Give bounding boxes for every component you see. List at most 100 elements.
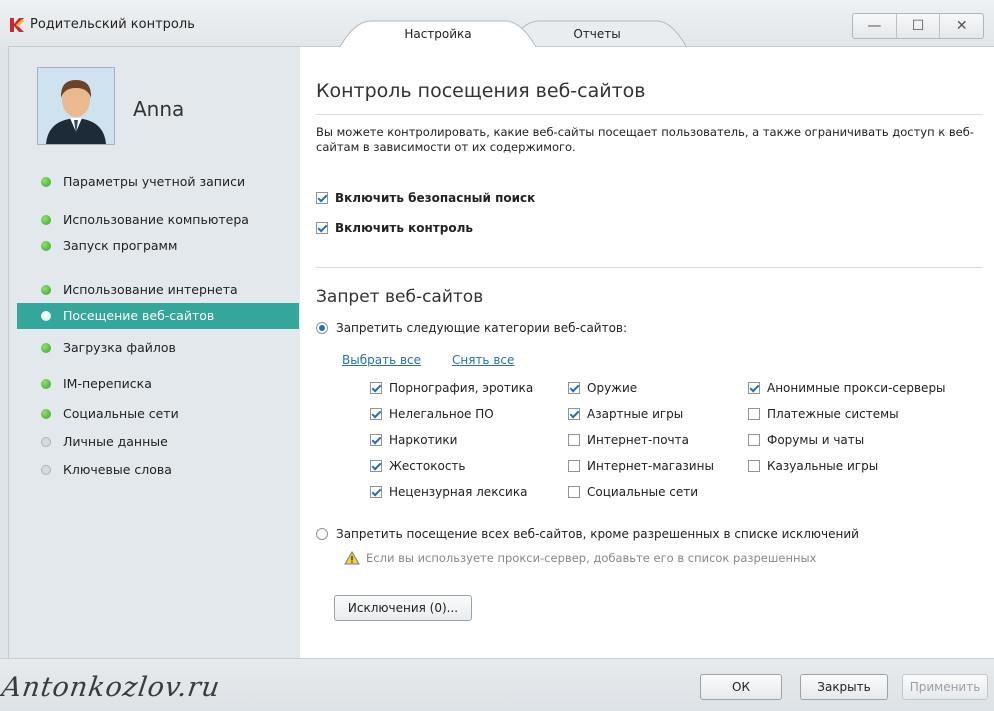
- checkbox-unchecked-icon: [568, 460, 580, 472]
- avatar[interactable]: [37, 67, 115, 145]
- radio-unselected-icon: [316, 528, 328, 540]
- sidebar-item-personal-data[interactable]: Личные данные: [9, 429, 293, 455]
- exceptions-button[interactable]: Исключения (0)...: [334, 595, 472, 621]
- sidebar-item-label: Личные данные: [63, 434, 168, 449]
- category-label: Азартные игры: [587, 407, 684, 421]
- checkbox-checked-icon: [748, 382, 760, 394]
- sidebar-item-website-visits[interactable]: Посещение веб-сайтов: [17, 303, 299, 329]
- page-title: Контроль посещения веб-сайтов: [316, 80, 646, 102]
- clear-all-link[interactable]: Снять все: [452, 353, 514, 367]
- close-dialog-button[interactable]: Закрыть: [800, 674, 888, 700]
- main-panel: Контроль посещения веб-сайтов Вы можете …: [300, 46, 994, 659]
- sidebar-item-keywords[interactable]: Ключевые слова: [9, 457, 293, 483]
- title-bar: Родительский контроль Отчеты Настройка —…: [0, 0, 994, 47]
- category-checkbox[interactable]: Анонимные прокси-серверы: [748, 381, 946, 395]
- category-label: Жестокость: [389, 459, 466, 473]
- tab-settings-label: Настройка: [404, 27, 472, 41]
- sidebar-item-account-settings[interactable]: Параметры учетной записи: [9, 169, 293, 195]
- sidebar-item-label: Социальные сети: [63, 406, 179, 421]
- sidebar: Anna Параметры учетной записи Использова…: [8, 46, 301, 660]
- sidebar-item-computer-usage[interactable]: Использование компьютера: [9, 207, 293, 233]
- divider: [316, 114, 982, 115]
- status-green-icon: [41, 215, 51, 225]
- sidebar-item-label: Ключевые слова: [63, 462, 172, 477]
- select-all-link[interactable]: Выбрать все: [342, 353, 421, 367]
- sidebar-item-label: IM-переписка: [63, 376, 152, 391]
- radio-selected-icon: [316, 322, 328, 334]
- sidebar-item-label: Посещение веб-сайтов: [63, 308, 215, 323]
- minimize-button[interactable]: —: [853, 14, 896, 38]
- checkbox-unchecked-icon: [748, 460, 760, 472]
- category-label: Нелегальное ПО: [389, 407, 494, 421]
- checkbox-unchecked-icon: [568, 434, 580, 446]
- radio-block-all[interactable]: Запретить посещение всех веб-сайтов, кро…: [316, 527, 859, 541]
- category-checkbox[interactable]: Оружие: [568, 381, 637, 395]
- divider: [316, 267, 982, 268]
- category-label: Наркотики: [389, 433, 458, 447]
- status-green-icon: [41, 311, 51, 321]
- enable-control-label: Включить контроль: [335, 221, 473, 235]
- ok-button[interactable]: ОК: [700, 674, 782, 700]
- checkbox-checked-icon: [568, 382, 580, 394]
- category-label: Платежные системы: [767, 407, 899, 421]
- radio-block-categories[interactable]: Запретить следующие категории веб-сайтов…: [316, 321, 627, 335]
- sidebar-item-internet-usage[interactable]: Использование интернета: [9, 277, 293, 303]
- checkbox-checked-icon: [370, 408, 382, 420]
- checkbox-checked-icon: [370, 434, 382, 446]
- close-button[interactable]: ✕: [939, 14, 983, 38]
- category-checkbox[interactable]: Нецензурная лексика: [370, 485, 527, 499]
- category-checkbox[interactable]: Платежные системы: [748, 407, 899, 421]
- category-label: Интернет-почта: [587, 433, 689, 447]
- enable-control-checkbox[interactable]: Включить контроль: [316, 221, 473, 235]
- status-green-icon: [41, 343, 51, 353]
- checkbox-checked-icon: [568, 408, 580, 420]
- section-title-block-sites: Запрет веб-сайтов: [316, 287, 484, 307]
- checkbox-checked-icon: [370, 460, 382, 472]
- radio-block-categories-label: Запретить следующие категории веб-сайтов…: [336, 321, 628, 335]
- category-checkbox[interactable]: Интернет-почта: [568, 433, 689, 447]
- status-green-icon: [41, 379, 51, 389]
- checkbox-checked-icon: [370, 382, 382, 394]
- sidebar-item-label: Параметры учетной записи: [63, 174, 246, 189]
- status-green-icon: [41, 241, 51, 251]
- category-checkbox[interactable]: Жестокость: [370, 459, 466, 473]
- apply-button[interactable]: Применить: [902, 674, 988, 700]
- sidebar-item-program-launch[interactable]: Запуск программ: [9, 233, 293, 259]
- proxy-warning-text: Если вы используете прокси-сервер, добав…: [366, 551, 817, 565]
- category-checkbox[interactable]: Порнография, эротика: [370, 381, 533, 395]
- sidebar-item-file-downloads[interactable]: Загрузка файлов: [9, 335, 293, 361]
- category-label: Интернет-магазины: [587, 459, 714, 473]
- checkbox-unchecked-icon: [568, 486, 580, 498]
- window-controls: — ☐ ✕: [852, 13, 984, 39]
- warning-icon: [344, 551, 360, 565]
- checkbox-unchecked-icon: [748, 408, 760, 420]
- category-label: Казуальные игры: [767, 459, 879, 473]
- checkbox-checked-icon: [370, 486, 382, 498]
- status-green-icon: [41, 177, 51, 187]
- category-label: Оружие: [587, 381, 638, 395]
- user-avatar-icon: [38, 68, 114, 144]
- window-title: Родительский контроль: [30, 17, 195, 32]
- category-checkbox[interactable]: Казуальные игры: [748, 459, 878, 473]
- sidebar-item-label: Использование компьютера: [63, 212, 249, 227]
- proxy-warning: Если вы используете прокси-сервер, добав…: [344, 551, 816, 565]
- category-checkbox[interactable]: Интернет-магазины: [568, 459, 714, 473]
- status-gray-icon: [41, 465, 51, 475]
- checkbox-checked-icon: [316, 192, 328, 204]
- category-checkbox[interactable]: Нелегальное ПО: [370, 407, 494, 421]
- tab-settings[interactable]: Настройка: [340, 20, 536, 47]
- sidebar-item-im[interactable]: IM-переписка: [9, 371, 293, 397]
- checkbox-unchecked-icon: [748, 434, 760, 446]
- maximize-button[interactable]: ☐: [895, 14, 940, 38]
- page-description: Вы можете контролировать, какие веб-сайт…: [316, 125, 974, 154]
- category-checkbox[interactable]: Азартные игры: [568, 407, 683, 421]
- sidebar-item-social-networks[interactable]: Социальные сети: [9, 401, 293, 427]
- category-checkbox[interactable]: Форумы и чаты: [748, 433, 864, 447]
- safe-search-checkbox[interactable]: Включить безопасный поиск: [316, 191, 535, 205]
- category-label: Нецензурная лексика: [389, 485, 528, 499]
- category-label: Социальные сети: [587, 485, 699, 499]
- safe-search-label: Включить безопасный поиск: [335, 191, 536, 205]
- category-checkbox[interactable]: Социальные сети: [568, 485, 698, 499]
- radio-block-all-label: Запретить посещение всех веб-сайтов, кро…: [336, 527, 859, 541]
- category-checkbox[interactable]: Наркотики: [370, 433, 457, 447]
